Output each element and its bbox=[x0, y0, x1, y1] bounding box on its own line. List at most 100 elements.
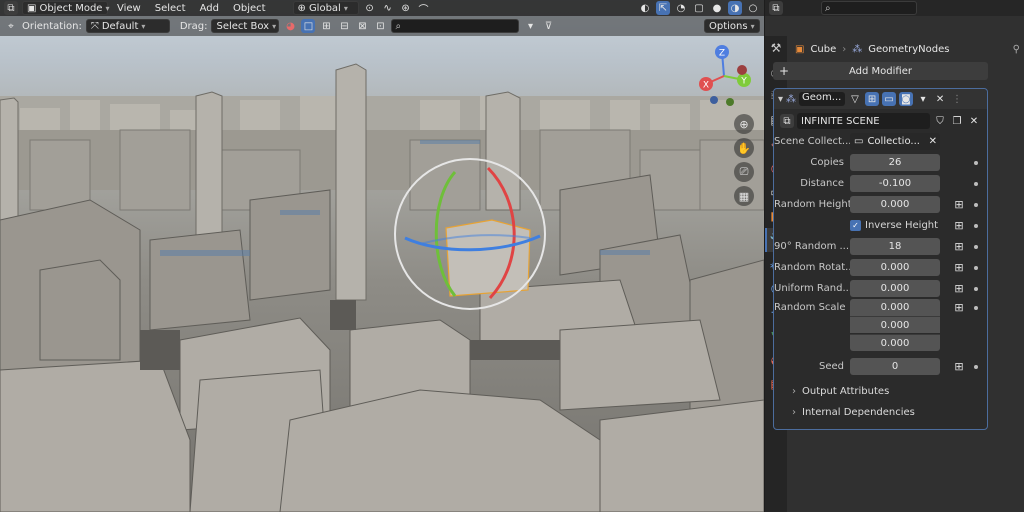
properties-search-input[interactable]: ⌕ bbox=[821, 1, 917, 15]
select-intersect-icon[interactable]: ⊡ bbox=[373, 19, 387, 33]
modifier-name-field[interactable]: Geom... bbox=[799, 92, 846, 106]
scene-collection-field[interactable]: ▭ Collectio... ✕ bbox=[850, 133, 940, 150]
rendered-shading-icon[interactable]: ○ bbox=[746, 1, 760, 15]
node-group-selector: ⧉ INFINITE SCENE ⛉ ❐ ✕ bbox=[774, 111, 987, 131]
keyframe-dot-icon[interactable] bbox=[974, 286, 978, 291]
random-scale-y-field[interactable]: 0.000 bbox=[850, 316, 940, 333]
menu-object[interactable]: Object bbox=[228, 3, 271, 14]
search-input[interactable]: ⌕ bbox=[391, 19, 520, 33]
snap-icon[interactable]: ∿ bbox=[381, 1, 395, 15]
gizmo-toggle-icon[interactable]: ⇱ bbox=[656, 1, 670, 15]
duplicate-icon[interactable]: ❐ bbox=[950, 114, 964, 128]
keyframe-dot-icon[interactable] bbox=[974, 160, 978, 165]
random-scale-x-field[interactable]: 0.000 bbox=[850, 299, 940, 316]
breadcrumb-modifier: GeometryNodes bbox=[868, 43, 950, 55]
options-dropdown[interactable]: Options ▾ bbox=[704, 19, 760, 33]
copies-field[interactable]: 26 bbox=[850, 154, 940, 171]
perspective-grid-icon[interactable]: ▦ bbox=[734, 186, 754, 206]
add-modifier-button[interactable]: + Add Modifier bbox=[773, 62, 988, 80]
keyframe-dot-icon[interactable] bbox=[974, 265, 978, 270]
neg-z-axis-icon[interactable] bbox=[710, 96, 718, 104]
visibility-icon[interactable]: ◐ bbox=[638, 1, 652, 15]
cage-icon[interactable]: ⊞ bbox=[865, 92, 880, 106]
clear-icon[interactable]: ✕ bbox=[929, 136, 940, 147]
distance-field[interactable]: -0.100 bbox=[850, 175, 940, 192]
xray-icon[interactable]: ▢ bbox=[692, 1, 706, 15]
random90-row: 90° Random ... 18 ⊞ bbox=[774, 236, 987, 257]
keyframe-dot-icon[interactable] bbox=[974, 305, 978, 310]
filter-icon[interactable]: ⊽ bbox=[541, 19, 555, 33]
neg-y-axis-icon[interactable] bbox=[726, 98, 734, 106]
orientation-label: Orientation: bbox=[22, 20, 82, 32]
random-height-field[interactable]: 0.000 bbox=[850, 196, 940, 213]
transform-orientation-dropdown[interactable]: ⊕ Global ▾ bbox=[292, 1, 359, 15]
chevron-down-icon[interactable]: ▾ bbox=[916, 92, 930, 106]
pan-hand-icon[interactable]: ✋ bbox=[734, 138, 754, 158]
keyframe-dot-icon[interactable] bbox=[974, 244, 978, 249]
neg-x-axis-icon[interactable] bbox=[737, 65, 747, 75]
select-subtract-icon[interactable]: ⊟ bbox=[337, 19, 351, 33]
distance-row: Distance -0.100 bbox=[774, 173, 987, 194]
3d-viewport[interactable]: ⧉ ▣ Object Mode ▾ View Select Add Object… bbox=[0, 0, 764, 512]
random-rotation-field[interactable]: 0.000 bbox=[850, 259, 940, 276]
node-group-field[interactable]: INFINITE SCENE bbox=[797, 113, 930, 129]
pin-icon[interactable]: ⚲ bbox=[1013, 44, 1020, 55]
seed-field[interactable]: 0 bbox=[850, 358, 940, 375]
attribute-toggle-icon[interactable]: ⊞ bbox=[952, 301, 966, 315]
chevron-down-icon[interactable]: ▾ bbox=[523, 19, 537, 33]
camera-view-icon[interactable]: ⎚ bbox=[734, 162, 754, 182]
keyframe-dot-icon[interactable] bbox=[974, 181, 978, 186]
random-scale-y-value: 0.000 bbox=[880, 319, 910, 331]
orientation-label: Global bbox=[308, 2, 341, 14]
random-scale-z-field[interactable]: 0.000 bbox=[850, 334, 940, 351]
material-shading-icon[interactable]: ◑ bbox=[728, 1, 742, 15]
select-new-icon[interactable]: □ bbox=[301, 19, 316, 33]
keyframe-dot-icon[interactable] bbox=[974, 364, 978, 369]
attribute-toggle-icon[interactable]: ⊞ bbox=[952, 360, 966, 374]
breadcrumb: ▣ Cube › ⁂ GeometryNodes ⚲ bbox=[795, 38, 1020, 60]
unlink-icon[interactable]: ✕ bbox=[967, 114, 981, 128]
tab-tool[interactable]: ⚒ bbox=[765, 36, 787, 60]
attribute-toggle-icon[interactable]: ⊞ bbox=[952, 219, 966, 233]
fake-user-shield-icon[interactable]: ⛉ bbox=[933, 114, 947, 128]
internal-dependencies-subpanel[interactable]: › Internal Dependencies bbox=[774, 402, 987, 423]
falloff-icon[interactable]: ⌒ bbox=[417, 1, 431, 16]
mode-dropdown[interactable]: ▣ Object Mode ▾ bbox=[22, 1, 110, 15]
inverse-height-checkbox[interactable]: ✓ Inverse Height bbox=[850, 220, 940, 231]
editor-type-icon[interactable]: ⧉ bbox=[4, 1, 18, 15]
edit-mode-icon[interactable]: ▽ bbox=[848, 92, 862, 106]
color-wheel-icon[interactable]: ◕ bbox=[283, 19, 297, 33]
node-tree-icon[interactable]: ⧉ bbox=[780, 114, 794, 128]
attribute-toggle-icon[interactable]: ⊞ bbox=[952, 282, 966, 296]
attribute-toggle-icon[interactable]: ⊞ bbox=[952, 198, 966, 212]
chevron-down-icon: ▾ bbox=[105, 3, 110, 13]
drag-handle-icon[interactable]: ⋮ bbox=[950, 92, 964, 106]
solid-shading-icon[interactable]: ● bbox=[710, 1, 724, 15]
uniform-random-field[interactable]: 0.000 bbox=[850, 280, 940, 297]
menu-select[interactable]: Select bbox=[150, 3, 191, 14]
navigation-gizmo[interactable]: Z X Y bbox=[692, 42, 756, 106]
pivot-icon[interactable]: ⊙ bbox=[363, 1, 377, 15]
overlay-icon[interactable]: ◔ bbox=[674, 1, 688, 15]
collapse-chevron-icon[interactable]: ▾ bbox=[778, 94, 783, 105]
orientation-dropdown[interactable]: ⤧ Default ▾ bbox=[85, 19, 170, 33]
editor-type-icon[interactable]: ⧉ bbox=[769, 1, 783, 15]
render-camera-icon[interactable]: ◙ bbox=[899, 92, 914, 106]
attribute-toggle-icon[interactable]: ⊞ bbox=[952, 261, 966, 275]
random-height-label: Random Height bbox=[774, 199, 850, 210]
viewport-display-icon[interactable]: ▭ bbox=[882, 92, 897, 106]
zoom-icon[interactable]: ⊕ bbox=[734, 114, 754, 134]
select-invert-icon[interactable]: ⊠ bbox=[355, 19, 369, 33]
keyframe-dot-icon[interactable] bbox=[974, 202, 978, 207]
menu-view[interactable]: View bbox=[112, 3, 146, 14]
attribute-toggle-icon[interactable]: ⊞ bbox=[952, 240, 966, 254]
select-extend-icon[interactable]: ⊞ bbox=[319, 19, 333, 33]
proportional-edit-icon[interactable]: ⊛ bbox=[399, 1, 413, 15]
drag-dropdown[interactable]: Select Box ▾ bbox=[211, 19, 280, 33]
random90-field[interactable]: 18 bbox=[850, 238, 940, 255]
keyframe-dot-icon[interactable] bbox=[974, 223, 978, 228]
geometry-nodes-icon: ⁂ bbox=[852, 43, 863, 55]
output-attributes-subpanel[interactable]: › Output Attributes bbox=[774, 381, 987, 402]
close-icon[interactable]: ✕ bbox=[933, 92, 947, 106]
menu-add[interactable]: Add bbox=[195, 3, 224, 14]
